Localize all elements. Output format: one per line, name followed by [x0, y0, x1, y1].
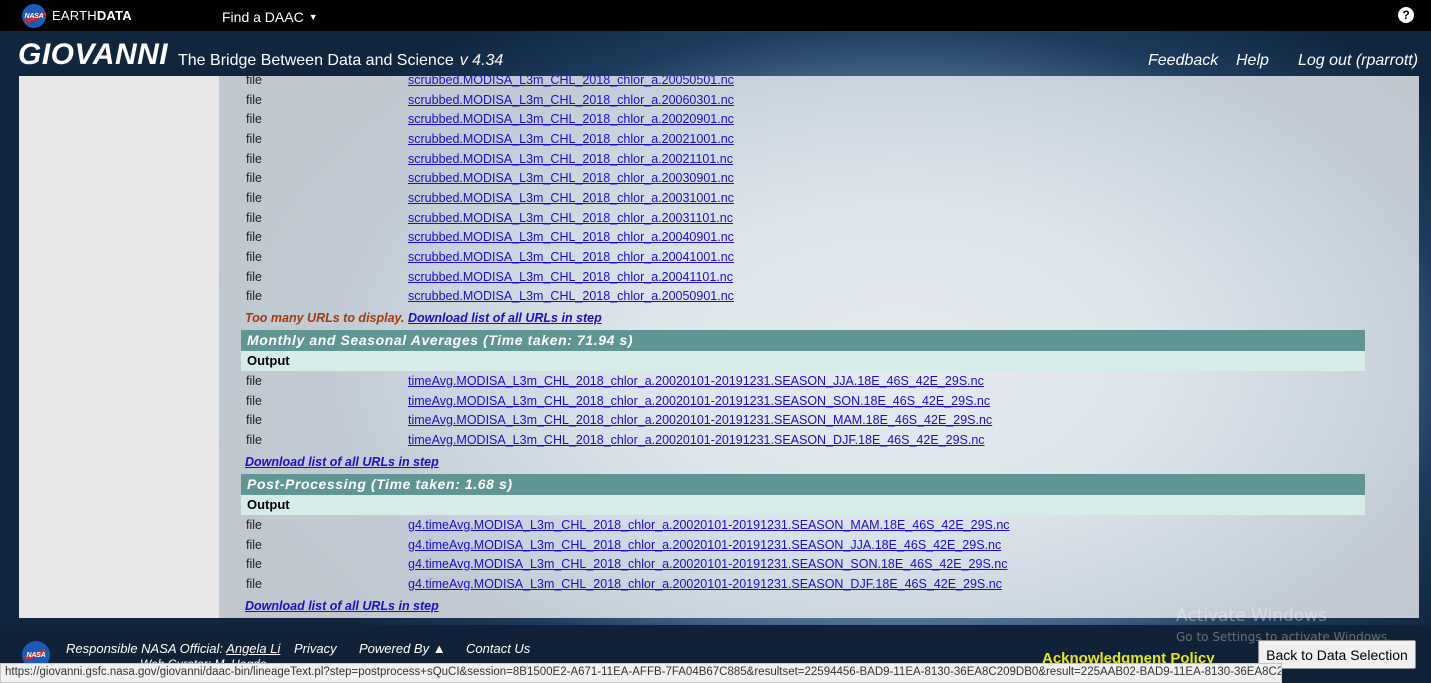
file-link[interactable]: scrubbed.MODISA_L3m_CHL_2018_chlor_a.200… — [408, 171, 734, 185]
file-link[interactable]: scrubbed.MODISA_L3m_CHL_2018_chlor_a.200… — [408, 112, 734, 126]
file-link[interactable]: timeAvg.MODISA_L3m_CHL_2018_chlor_a.2002… — [408, 394, 990, 408]
powered-by-link[interactable]: Powered By ▲ — [359, 641, 446, 656]
download-urls-link[interactable]: Download list of all URLs in step — [245, 599, 439, 613]
help-link[interactable]: Help — [1236, 52, 1269, 70]
file-link[interactable]: scrubbed.MODISA_L3m_CHL_2018_chlor_a.200… — [408, 191, 734, 205]
file-link[interactable]: g4.timeAvg.MODISA_L3m_CHL_2018_chlor_a.2… — [408, 577, 1002, 591]
section-header-monthly: Monthly and Seasonal Averages (Time take… — [241, 330, 1365, 351]
feedback-link[interactable]: Feedback — [1148, 52, 1218, 70]
giovanni-tagline: The Bridge Between Data and Science v 4.3… — [178, 52, 504, 69]
caret-down-icon: ▼ — [308, 12, 318, 22]
earthdata-top-bar: NASA EARTHDATA Find a DAAC ▼ ? — [0, 0, 1431, 31]
giovanni-logo[interactable]: GIOVANNI — [18, 38, 168, 72]
status-bar-url: https://giovanni.gsfc.nasa.gov/giovanni/… — [0, 663, 1282, 683]
contact-us-link[interactable]: Contact Us — [466, 641, 530, 656]
file-link[interactable]: scrubbed.MODISA_L3m_CHL_2018_chlor_a.200… — [408, 230, 734, 244]
file-link[interactable]: g4.timeAvg.MODISA_L3m_CHL_2018_chlor_a.2… — [408, 518, 1010, 532]
file-link[interactable]: scrubbed.MODISA_L3m_CHL_2018_chlor_a.200… — [408, 270, 733, 284]
too-many-urls-notice: Too many URLs to display. Download list … — [245, 311, 602, 325]
nasa-logo-icon[interactable]: NASA — [22, 4, 46, 28]
lineage-panel: file scrubbed.MODISA_L3m_CHL_2018_chlor_a… — [19, 76, 1419, 618]
file-link[interactable]: timeAvg.MODISA_L3m_CHL_2018_chlor_a.2002… — [408, 374, 984, 388]
section-header-postprocessing: Post-Processing (Time taken: 1.68 s) — [241, 474, 1365, 495]
output-header: Output — [241, 351, 1365, 371]
file-link[interactable]: g4.timeAvg.MODISA_L3m_CHL_2018_chlor_a.2… — [408, 557, 1007, 571]
earthdata-logo[interactable]: EARTHDATA — [52, 8, 132, 23]
file-link[interactable]: scrubbed.MODISA_L3m_CHL_2018_chlor_a.200… — [408, 76, 734, 87]
file-link[interactable]: scrubbed.MODISA_L3m_CHL_2018_chlor_a.200… — [408, 132, 734, 146]
file-link[interactable]: scrubbed.MODISA_L3m_CHL_2018_chlor_a.200… — [408, 93, 734, 107]
file-link[interactable]: scrubbed.MODISA_L3m_CHL_2018_chlor_a.200… — [408, 211, 733, 225]
file-link[interactable]: timeAvg.MODISA_L3m_CHL_2018_chlor_a.2002… — [408, 413, 992, 427]
version-label: v 4.34 — [459, 52, 504, 69]
official-name-link[interactable]: Angela Li — [226, 641, 280, 656]
file-link[interactable]: timeAvg.MODISA_L3m_CHL_2018_chlor_a.2002… — [408, 433, 985, 447]
help-icon[interactable]: ? — [1398, 7, 1414, 23]
find-daac-menu[interactable]: Find a DAAC ▼ — [222, 9, 318, 25]
download-urls-link[interactable]: Download list of all URLs in step — [245, 455, 439, 469]
windows-activation-watermark: Activate Windows — [1176, 606, 1327, 626]
download-urls-link[interactable]: Download list of all URLs in step — [408, 311, 602, 325]
left-sidebar — [19, 76, 219, 618]
privacy-link[interactable]: Privacy — [294, 641, 337, 656]
responsible-official: Responsible NASA Official: Angela Li — [66, 641, 281, 656]
output-header: Output — [241, 495, 1365, 515]
file-link[interactable]: scrubbed.MODISA_L3m_CHL_2018_chlor_a.200… — [408, 250, 734, 264]
logout-link[interactable]: Log out (rparrott) — [1298, 52, 1418, 70]
file-link[interactable]: g4.timeAvg.MODISA_L3m_CHL_2018_chlor_a.2… — [408, 538, 1001, 552]
file-link[interactable]: scrubbed.MODISA_L3m_CHL_2018_chlor_a.200… — [408, 289, 734, 303]
file-link[interactable]: scrubbed.MODISA_L3m_CHL_2018_chlor_a.200… — [408, 152, 733, 166]
